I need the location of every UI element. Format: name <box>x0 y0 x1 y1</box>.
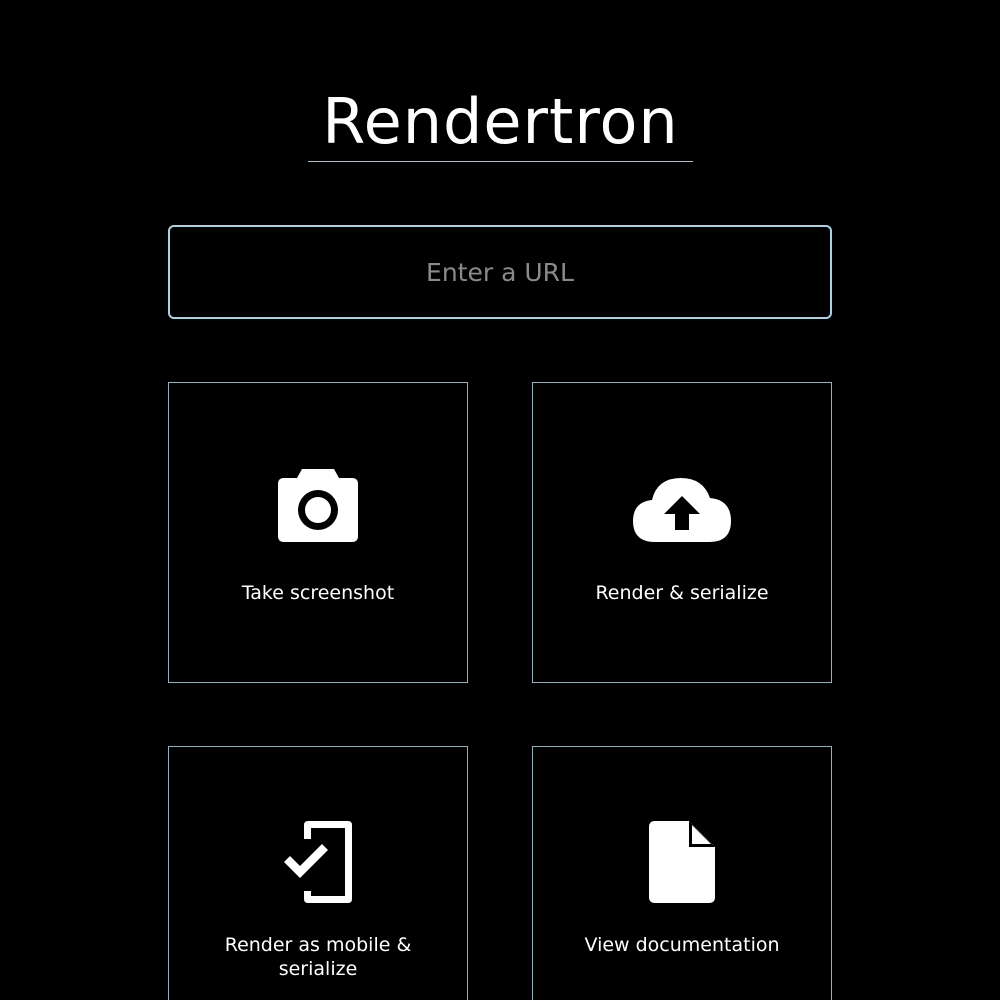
view-documentation-label: View documentation <box>584 934 780 956</box>
app-title: Rendertron <box>308 88 693 162</box>
take-screenshot-label: Take screenshot <box>241 582 395 604</box>
url-input[interactable] <box>168 225 832 319</box>
view-documentation-button[interactable]: View documentation <box>532 746 832 1000</box>
take-screenshot-button[interactable]: Take screenshot <box>168 382 468 683</box>
document-icon <box>533 821 831 903</box>
cloud-upload-icon <box>533 476 831 542</box>
render-serialize-button[interactable]: Render & serialize <box>532 382 832 683</box>
render-mobile-serialize-button[interactable]: Render as mobile & serialize <box>168 746 468 1000</box>
render-mobile-serialize-label: Render as mobile & serialize <box>224 934 412 980</box>
camera-icon <box>169 469 467 542</box>
mobile-check-icon <box>169 817 467 907</box>
render-serialize-label: Render & serialize <box>595 582 769 604</box>
page: Rendertron Take screenshot Render & seri… <box>0 0 1000 1000</box>
